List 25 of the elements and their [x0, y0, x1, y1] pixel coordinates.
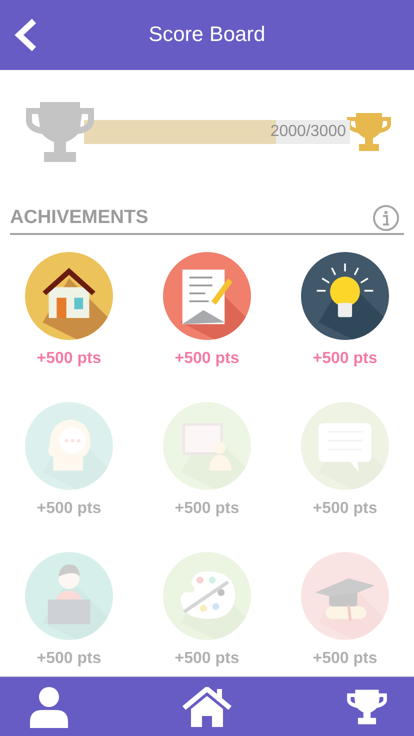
home-tab[interactable] — [182, 686, 232, 726]
points-label: +500 pts — [312, 350, 378, 368]
trophy-icon — [346, 111, 392, 153]
profile-tab[interactable] — [30, 686, 68, 728]
points-label: +500 pts — [36, 650, 102, 668]
points-label: +500 pts — [36, 500, 102, 518]
user-icon — [30, 686, 68, 728]
trophy-icon — [346, 688, 388, 726]
lightbulb-badge-icon[interactable] — [301, 252, 389, 340]
home-icon — [182, 686, 232, 726]
points-label: +500 pts — [312, 500, 378, 518]
points-label: +500 pts — [174, 500, 240, 518]
trophy-icon — [24, 100, 96, 164]
section-title: ACHIVEMENTS — [10, 207, 148, 229]
points-label: +500 pts — [174, 650, 240, 668]
house-badge-icon[interactable] — [25, 252, 113, 340]
points-label: +500 pts — [174, 350, 240, 368]
screen-title: Score Board — [148, 23, 266, 47]
points-label: +500 pts — [36, 350, 102, 368]
info-button[interactable] — [372, 204, 400, 232]
letter-badge-icon[interactable] — [163, 252, 251, 340]
points-label: +500 pts — [312, 650, 378, 668]
score-reading: 2000/3000 — [270, 123, 347, 141]
info-icon — [372, 204, 400, 232]
trophy-tab[interactable] — [346, 688, 388, 726]
